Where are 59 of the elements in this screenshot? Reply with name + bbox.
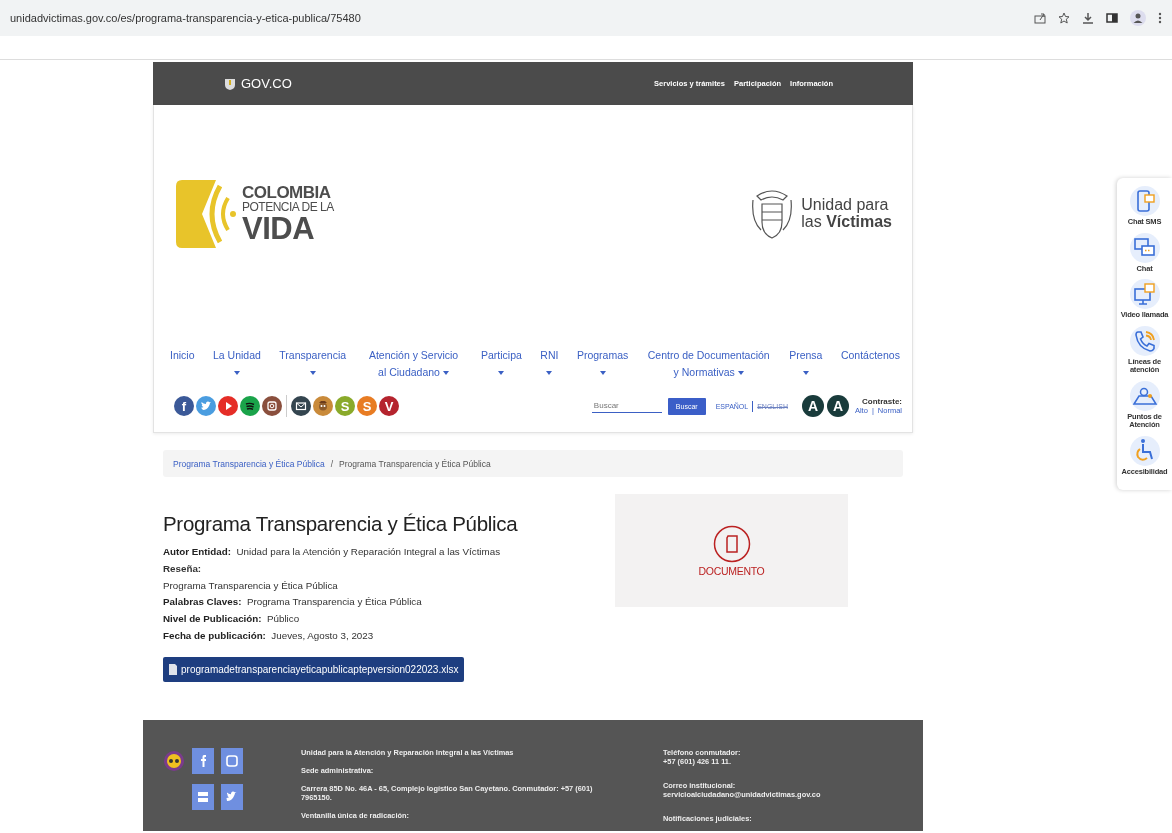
caret-icon — [498, 371, 505, 376]
nav-menu-item[interactable]: Inicio — [170, 347, 195, 387]
brand-text: COLOMBIA POTENCIA DE LA VIDA — [242, 184, 334, 244]
play-icon[interactable] — [218, 396, 238, 416]
metadata-line: Autor Entidad: Unidad para la Atención y Reparación Integral a las Víctimas — [163, 545, 502, 559]
document-icon — [712, 524, 751, 563]
nav-menu-item[interactable]: Contáctenos — [840, 347, 900, 387]
star-icon[interactable] — [1058, 12, 1070, 24]
metadata-line: Fecha de publicación: Jueves, Agosto 3, 2023 — [163, 629, 375, 643]
panel-icon[interactable] — [1106, 12, 1118, 24]
spotify-icon[interactable] — [240, 396, 260, 416]
caret-icon — [442, 371, 449, 376]
social-link[interactable]: f — [174, 396, 194, 416]
mascot-icon[interactable] — [313, 396, 333, 416]
caret-icon — [599, 371, 606, 376]
breadcrumb-separator: / — [330, 458, 334, 469]
caret-icon — [546, 371, 553, 376]
contrast-label: Contraste: — [862, 397, 902, 406]
facebook-icon[interactable] — [192, 747, 214, 774]
instagram-icon[interactable] — [221, 747, 243, 774]
nav-menu-item[interactable]: Participa — [481, 347, 522, 387]
waves-logo — [176, 180, 236, 248]
shield-icon — [223, 76, 237, 91]
nav-menu-item[interactable]: Centro de Documentación y Normativas — [646, 347, 771, 387]
entity-name: Unidad para las Víctimas — [801, 197, 892, 231]
share-icon[interactable] — [1034, 12, 1046, 24]
instagram-icon[interactable] — [262, 396, 282, 416]
contrast-button[interactable]: A — [826, 395, 849, 417]
caret-icon — [309, 371, 316, 376]
nav-menu-item[interactable]: Atención y Servicio al Ciudadano — [364, 347, 463, 387]
contrast-button[interactable]: A — [801, 395, 824, 417]
caret-icon — [802, 371, 809, 376]
url-text: unidadvictimas.gov.co/es/programa-transparencia-y-etica-publica/75480 — [10, 12, 362, 24]
address-bar[interactable]: unidadvictimas.gov.co/es/programa-transparencia-y-etica-publica/75480 — [0, 0, 1172, 36]
caret-icon — [233, 371, 240, 376]
file-download-button[interactable]: programadetransparenciayeticapublicaptepversion022023.xlsx — [163, 656, 465, 682]
govco-logo-text[interactable]: GOV.CO — [241, 76, 292, 91]
download-icon[interactable] — [1082, 12, 1094, 24]
document-label: DOCUMENTO — [698, 564, 765, 577]
nav-menu-item[interactable]: Transparencia — [279, 347, 347, 387]
colombia-logo-icon — [163, 749, 185, 772]
breadcrumb-current: Programa Transparencia y Ética Pública — [339, 458, 491, 469]
nav-menu-item[interactable]: RNI — [540, 347, 559, 387]
breadcrumb-link[interactable]: Programa Transparencia y Ética Pública — [173, 458, 325, 469]
nav-menu-item[interactable]: La Unidad — [213, 347, 261, 387]
metadata-line: Nivel de Publicación: Público — [163, 612, 301, 627]
profile-icon[interactable] — [1130, 10, 1146, 26]
page-title: Programa Transparencia y Ética Pública — [163, 512, 519, 536]
more-icon[interactable] — [1158, 12, 1162, 24]
nav-menu-item[interactable]: Prensa — [789, 347, 823, 387]
metadata-line: Palabras Claves: Programa Transparencia y Ética Pública — [163, 595, 423, 610]
file-icon — [169, 663, 177, 675]
metadata-text: Programa Transparencia y Ética Pública — [163, 578, 339, 593]
social-link[interactable]: V — [379, 396, 399, 416]
metadata-label: Reseña: — [163, 561, 203, 576]
mail-icon[interactable] — [291, 396, 311, 416]
twitter-icon[interactable] — [221, 783, 243, 810]
nav-menu-item[interactable]: Programas — [576, 347, 629, 387]
caret-icon — [737, 371, 744, 376]
